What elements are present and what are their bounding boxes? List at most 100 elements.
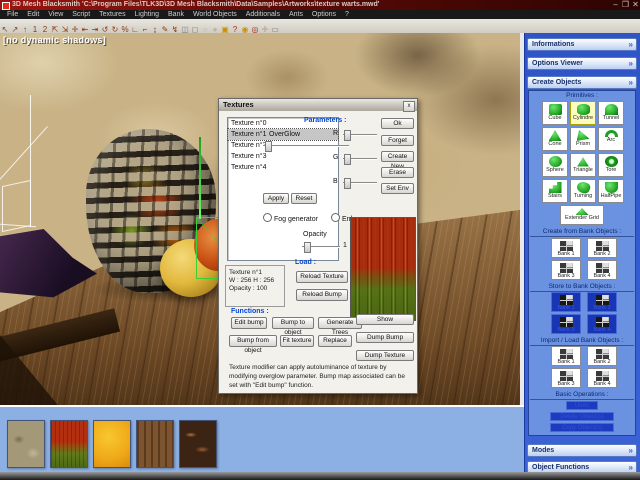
edit-bump-button[interactable]: Edit bump: [231, 317, 267, 329]
reload-texture-button[interactable]: Reload Texture: [296, 271, 348, 283]
bank-icon: [560, 371, 573, 381]
bank-label: Bank 4: [588, 273, 616, 279]
store-bank-2[interactable]: Bank 2: [587, 292, 617, 312]
dialog-close-button[interactable]: x: [403, 101, 415, 112]
texture-list[interactable]: Texture n°0 Texture n°1 Texture n°2 Text…: [227, 117, 339, 261]
primitive-label: Tore: [599, 167, 623, 173]
panel-header-options-viewer[interactable]: Options Viewer »: [527, 57, 637, 70]
create-new-button[interactable]: Create New: [381, 151, 414, 162]
import-bank-2[interactable]: Bank 2: [587, 346, 617, 366]
menu-bank[interactable]: Bank: [168, 11, 184, 18]
panel-header-informations[interactable]: Informations »: [527, 38, 637, 51]
copy-objects-button[interactable]: Copy Object(s): [550, 423, 614, 432]
chevron-icon: »: [629, 445, 633, 457]
primitive-tore[interactable]: Tore: [598, 153, 624, 177]
chevron-icon: »: [629, 58, 633, 70]
undo-button[interactable]: Undo: [566, 401, 598, 410]
replace-button[interactable]: Replace: [318, 335, 352, 347]
restore-button[interactable]: ❐: [621, 0, 630, 9]
cylinder-icon: [577, 104, 590, 115]
r-slider-handle[interactable]: [344, 130, 351, 141]
reset-button[interactable]: Reset: [291, 193, 317, 204]
fog-generator-radio[interactable]: Fog generator: [263, 213, 318, 223]
texture-thumbnail-2[interactable]: [93, 420, 131, 468]
list-item[interactable]: Texture n°3: [228, 151, 338, 162]
primitive-halfpipe[interactable]: HalfPipe: [598, 179, 624, 203]
b-slider-handle[interactable]: [344, 178, 351, 189]
forget-button[interactable]: Forget: [381, 135, 414, 146]
reload-bump-button[interactable]: Reload Bump: [296, 289, 348, 301]
texture-thumbnail-1[interactable]: [50, 420, 88, 468]
menu-world-objects[interactable]: World Objects: [193, 11, 237, 18]
texture-thumbnail-3[interactable]: [136, 420, 174, 468]
create-bank-2[interactable]: Bank 2: [587, 238, 617, 258]
bump-from-object-button[interactable]: Bump from object: [229, 335, 277, 347]
primitive-sphere[interactable]: Sphere: [542, 153, 568, 177]
menu-file[interactable]: File: [7, 11, 18, 18]
dump-bump-button[interactable]: Dump Bump: [356, 332, 414, 343]
menu-lighting[interactable]: Lighting: [135, 11, 160, 18]
create-bank-3[interactable]: Bank 3: [551, 260, 581, 280]
menu-options[interactable]: Options: [312, 11, 336, 18]
menu-script[interactable]: Script: [72, 11, 90, 18]
primitive-turning[interactable]: Turning: [570, 179, 596, 203]
extender-grid-button[interactable]: Extender Grid: [560, 205, 604, 225]
bank-label: Bank 1: [552, 305, 580, 311]
panel-header-create-objects[interactable]: Create Objects »: [527, 76, 637, 89]
primitive-cylindre[interactable]: Cylindre: [570, 101, 596, 125]
primitive-triangle[interactable]: Triangle: [570, 153, 596, 177]
bank-icon: [596, 241, 609, 251]
store-bank-1[interactable]: Bank 1: [551, 292, 581, 312]
apply-button[interactable]: Apply: [263, 193, 289, 204]
dump-texture-button[interactable]: Dump Texture: [356, 350, 414, 361]
menu-edit[interactable]: Edit: [27, 11, 39, 18]
import-bank-4[interactable]: Bank 4: [587, 368, 617, 388]
store-bank-label: Store to Bank Objects :: [530, 283, 634, 292]
primitive-cone[interactable]: Cone: [542, 127, 568, 151]
menu-view[interactable]: View: [48, 11, 63, 18]
import-bank-1[interactable]: Bank 1: [551, 346, 581, 366]
create-bank-1[interactable]: Bank 1: [551, 238, 581, 258]
g-slider-handle[interactable]: [344, 154, 351, 165]
bank-label: Bank 1: [552, 359, 580, 365]
menu-help[interactable]: ?: [345, 11, 349, 18]
app-icon: [2, 2, 10, 10]
list-item[interactable]: Texture n°4: [228, 162, 338, 173]
close-button[interactable]: ✕: [631, 0, 640, 9]
fit-texture-button[interactable]: Fit texture: [280, 335, 314, 347]
primitive-arc[interactable]: Arc: [598, 127, 624, 151]
menu-ants[interactable]: Ants: [289, 11, 303, 18]
create-bank-4[interactable]: Bank 4: [587, 260, 617, 280]
erase-button[interactable]: Erase: [381, 167, 414, 178]
dialog-title-bar[interactable]: Textures: [219, 99, 417, 111]
r-label: R: [333, 130, 338, 137]
overglow-slider-handle[interactable]: [265, 141, 272, 152]
primitive-cube[interactable]: Cube: [542, 101, 568, 125]
primitive-prism[interactable]: Prism: [570, 127, 596, 151]
import-bank-3[interactable]: Bank 3: [551, 368, 581, 388]
primitive-label: Stairs: [543, 193, 567, 199]
texture-thumbnail-0[interactable]: [7, 420, 45, 468]
ok-button[interactable]: Ok: [381, 118, 414, 129]
bank-icon: [596, 371, 609, 381]
opacity-slider-handle[interactable]: [304, 242, 311, 253]
panel-header-label: Informations: [532, 41, 574, 48]
primitive-stairs[interactable]: Stairs: [542, 179, 568, 203]
menu-textures[interactable]: Textures: [99, 11, 125, 18]
set-env-button[interactable]: Set Env: [381, 183, 414, 194]
texture-thumbnail-4[interactable]: [179, 420, 217, 468]
minimize-button[interactable]: –: [611, 0, 620, 9]
primitive-tunnel[interactable]: Tunnel: [598, 101, 624, 125]
bank-label: Bank 3: [552, 327, 580, 333]
fog-generator-label: Fog generator: [274, 216, 318, 223]
b-label: B: [333, 178, 338, 185]
overglow-slider[interactable]: [263, 145, 349, 147]
menu-additionals[interactable]: Additionals: [246, 11, 280, 18]
panel-header-modes[interactable]: Modes »: [527, 444, 637, 457]
delete-objects-button[interactable]: Delete Object(s): [550, 412, 614, 421]
bump-to-object-button[interactable]: Bump to object: [272, 317, 314, 329]
store-bank-4[interactable]: Bank 4: [587, 314, 617, 334]
store-bank-3[interactable]: Bank 3: [551, 314, 581, 334]
primitive-label: Cylindre: [571, 115, 595, 121]
show-button[interactable]: Show: [356, 314, 414, 325]
